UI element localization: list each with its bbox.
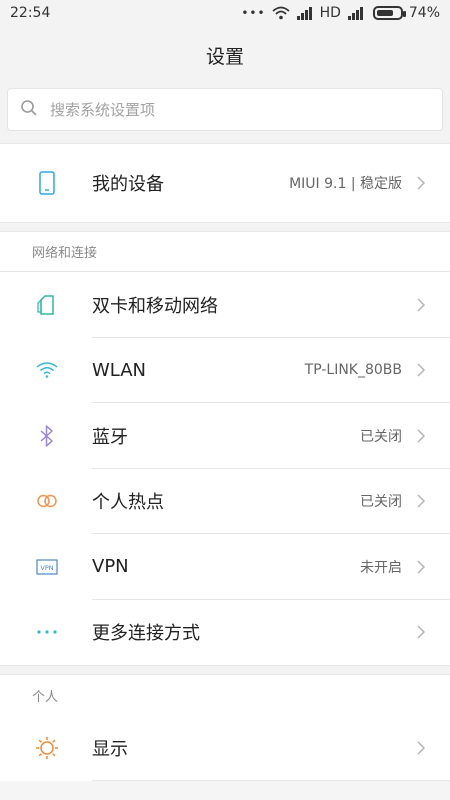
more-connections-label: 更多连接方式 bbox=[92, 623, 200, 645]
my-device-item[interactable]: 我的设备 MIUI 9.1 | 稳定版 bbox=[0, 144, 450, 222]
wlan-label: WLAN bbox=[92, 359, 147, 381]
bluetooth-value: 已关闭 bbox=[360, 428, 402, 445]
status-indicators: ••• HD 74% bbox=[241, 5, 440, 21]
section-divider bbox=[0, 222, 450, 232]
more-dots-icon bbox=[0, 629, 92, 635]
bluetooth-label: 蓝牙 bbox=[92, 426, 128, 448]
network-section: 双卡和移动网络 WLAN TP-LINK_80BB 蓝牙 已关闭 个人热点 已关… bbox=[0, 272, 450, 665]
personal-section: 显示 bbox=[0, 715, 450, 781]
sim-mobile-network-item[interactable]: 双卡和移动网络 bbox=[0, 272, 450, 338]
display-label: 显示 bbox=[92, 738, 128, 760]
section-header-personal: 个人 bbox=[0, 675, 450, 715]
hotspot-label: 个人热点 bbox=[92, 492, 164, 514]
my-device-value: MIUI 9.1 | 稳定版 bbox=[289, 176, 402, 192]
signal-strength-2-icon bbox=[347, 6, 365, 20]
vpn-item[interactable]: VPN VPN 未开启 bbox=[0, 534, 450, 600]
notification-dots-icon: ••• bbox=[241, 6, 266, 20]
network-type-label: HD bbox=[319, 5, 341, 21]
hotspot-item[interactable]: 个人热点 已关闭 bbox=[0, 468, 450, 534]
section-divider bbox=[0, 665, 450, 675]
search-input[interactable] bbox=[50, 100, 430, 119]
search-container bbox=[0, 84, 450, 143]
battery-percent: 74% bbox=[408, 5, 440, 21]
more-connections-item[interactable]: 更多连接方式 bbox=[0, 599, 450, 665]
device-card: 我的设备 MIUI 9.1 | 稳定版 bbox=[0, 144, 450, 222]
chevron-right-icon bbox=[416, 493, 444, 509]
wifi-status-icon bbox=[271, 6, 290, 20]
chevron-right-icon bbox=[416, 740, 444, 756]
status-time: 22:54 bbox=[10, 5, 51, 21]
hotspot-value: 已关闭 bbox=[360, 494, 402, 511]
chevron-right-icon bbox=[416, 624, 444, 640]
chevron-right-icon bbox=[416, 362, 444, 378]
bluetooth-item[interactable]: 蓝牙 已关闭 bbox=[0, 403, 450, 469]
my-device-label: 我的设备 bbox=[92, 174, 164, 195]
battery-fill bbox=[376, 10, 394, 16]
bluetooth-icon bbox=[0, 425, 92, 447]
search-icon bbox=[20, 99, 38, 121]
page-title: 设置 bbox=[0, 26, 450, 84]
wifi-icon bbox=[0, 362, 92, 379]
search-box[interactable] bbox=[7, 88, 443, 131]
signal-strength-icon bbox=[296, 6, 314, 20]
sun-icon bbox=[0, 736, 92, 760]
chevron-right-icon bbox=[416, 559, 444, 575]
battery-icon bbox=[372, 6, 406, 20]
chevron-right-icon bbox=[416, 428, 444, 444]
vpn-value: 未开启 bbox=[360, 559, 402, 576]
chevron-right-icon bbox=[416, 175, 444, 191]
status-bar: 22:54 ••• HD 74% bbox=[0, 0, 450, 26]
vpn-icon: VPN bbox=[0, 559, 92, 575]
wlan-item[interactable]: WLAN TP-LINK_80BB bbox=[0, 337, 450, 403]
section-header-network: 网络和连接 bbox=[0, 232, 450, 272]
display-item[interactable]: 显示 bbox=[0, 715, 450, 781]
vpn-label: VPN bbox=[92, 556, 129, 578]
vpn-icon-text: VPN bbox=[40, 564, 53, 572]
sim-card-icon bbox=[0, 295, 92, 315]
settings-screen: 22:54 ••• HD 74% 设置 搜索系统设置项 我的设备 MIUI 9.… bbox=[0, 0, 450, 800]
sim-mobile-network-label: 双卡和移动网络 bbox=[92, 295, 218, 317]
wlan-value: TP-LINK_80BB bbox=[304, 362, 402, 379]
phone-icon bbox=[0, 171, 92, 195]
chevron-right-icon bbox=[416, 297, 444, 313]
hotspot-icon bbox=[0, 494, 92, 508]
